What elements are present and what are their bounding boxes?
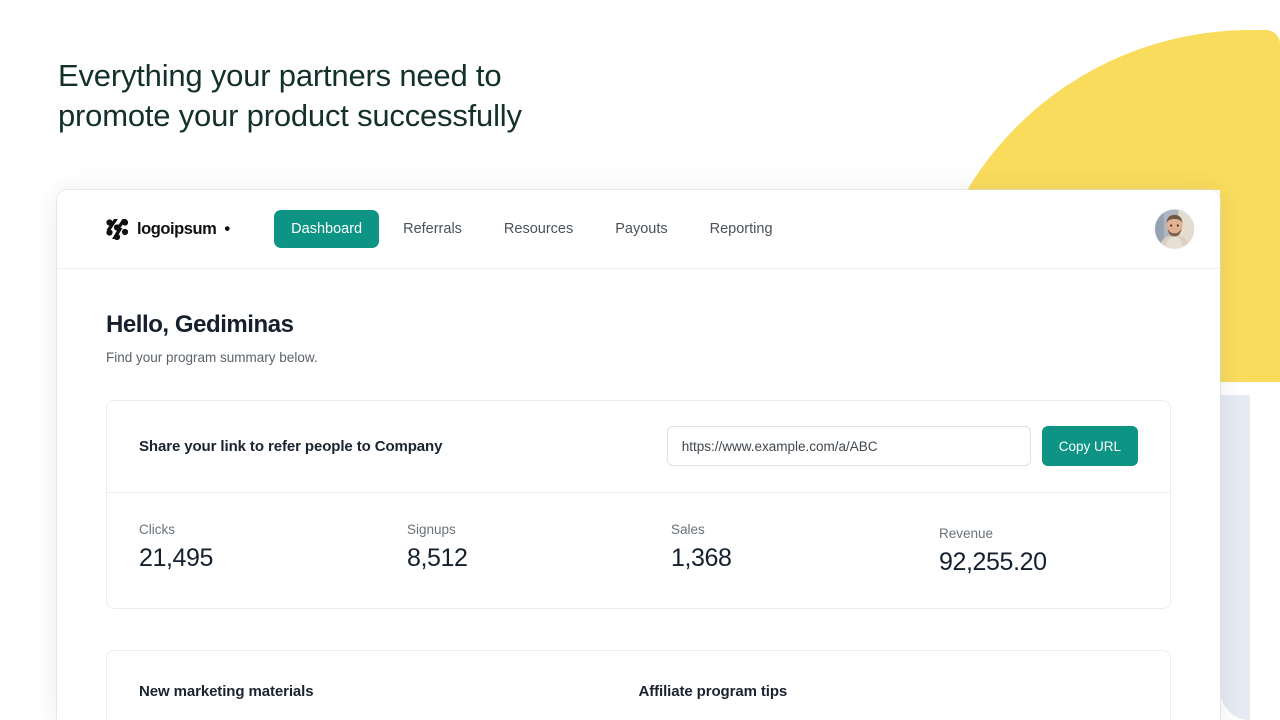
- stat-label: Signups: [407, 522, 671, 537]
- page-subtitle: Find your program summary below.: [106, 350, 1171, 365]
- hero-section: Everything your partners need to promote…: [58, 56, 522, 135]
- brand-name-text: logoipsum: [137, 220, 216, 239]
- brand-logo[interactable]: logoipsum •: [106, 218, 230, 240]
- stat-label: Clicks: [139, 522, 407, 537]
- nav-links: Dashboard Referrals Resources Payouts Re…: [274, 210, 790, 248]
- copy-url-button[interactable]: Copy URL: [1042, 426, 1138, 466]
- app-content: Hello, Gediminas Find your program summa…: [57, 269, 1220, 720]
- news-card: New marketing materials We have created …: [106, 650, 1171, 720]
- stat-value: 92,255.20: [939, 548, 1047, 577]
- stat-clicks: Clicks 21,495: [139, 522, 407, 577]
- decorative-blue-accent-bar: [1220, 395, 1250, 720]
- news-title: New marketing materials: [139, 683, 595, 700]
- page-title: Hello, Gediminas: [106, 311, 1171, 339]
- news-title: Affiliate program tips: [639, 683, 1095, 700]
- stat-signups: Signups 8,512: [407, 522, 671, 577]
- stat-revenue: Revenue 92,255.20: [939, 522, 1047, 577]
- nav-item-payouts[interactable]: Payouts: [597, 211, 685, 247]
- news-column-tips: Affiliate program tips Our partners shar…: [639, 683, 1139, 720]
- stat-label: Revenue: [939, 526, 1047, 541]
- stats-row: Clicks 21,495 Signups 8,512 Sales 1,368 …: [107, 493, 1170, 608]
- app-window-mockup: logoipsum • Dashboard Referrals Resource…: [57, 190, 1220, 720]
- page-root: Everything your partners need to promote…: [0, 0, 1280, 720]
- stat-value: 8,512: [407, 544, 671, 573]
- user-avatar[interactable]: [1155, 210, 1194, 249]
- stat-label: Sales: [671, 522, 939, 537]
- nav-item-referrals[interactable]: Referrals: [385, 211, 480, 247]
- referral-url-input[interactable]: [667, 426, 1031, 466]
- stat-sales: Sales 1,368: [671, 522, 939, 577]
- top-navigation-bar: logoipsum • Dashboard Referrals Resource…: [57, 190, 1220, 269]
- logo-dots-icon: [106, 218, 129, 240]
- brand-trademark-dot: •: [224, 220, 230, 239]
- news-column-marketing: New marketing materials We have created …: [139, 683, 639, 720]
- nav-item-reporting[interactable]: Reporting: [692, 211, 791, 247]
- nav-item-resources[interactable]: Resources: [486, 211, 591, 247]
- nav-item-dashboard[interactable]: Dashboard: [274, 210, 379, 248]
- stat-value: 21,495: [139, 544, 407, 573]
- stat-value: 1,368: [671, 544, 939, 573]
- hero-heading: Everything your partners need to promote…: [58, 56, 522, 135]
- share-link-label: Share your link to refer people to Compa…: [139, 438, 442, 455]
- share-link-controls: Copy URL: [667, 426, 1138, 466]
- program-summary-card: Share your link to refer people to Compa…: [106, 400, 1171, 609]
- share-link-row: Share your link to refer people to Compa…: [107, 401, 1170, 493]
